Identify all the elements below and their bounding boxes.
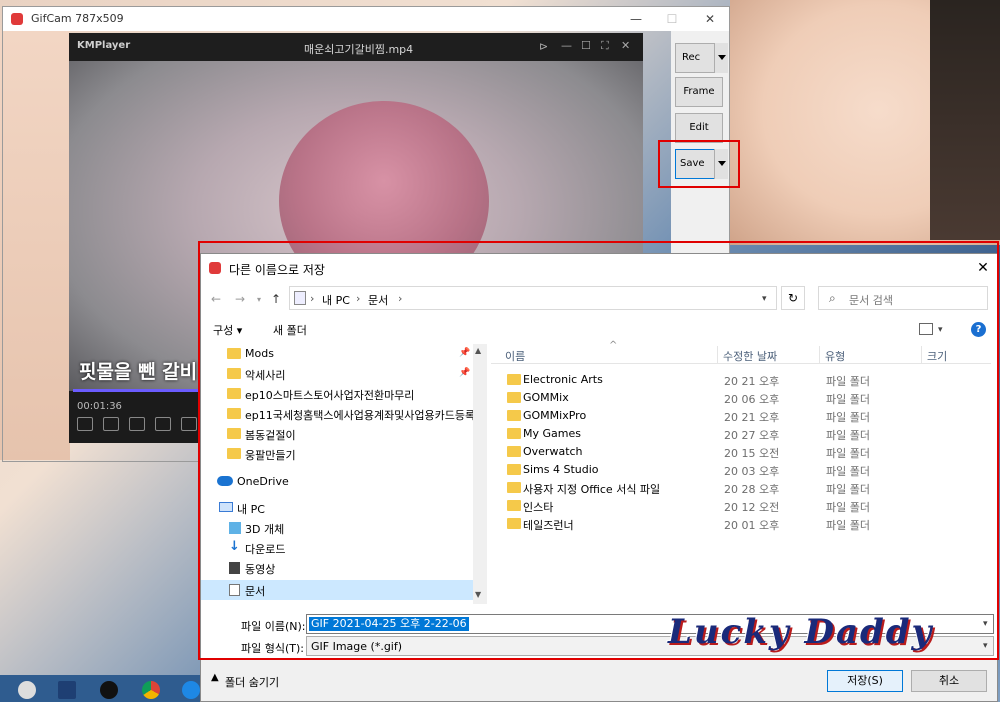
kmplayer-logo: KMPlayer (77, 40, 131, 51)
close-icon[interactable]: ✕ (621, 39, 630, 52)
gifcam-logo-icon (11, 13, 23, 25)
watermark: Lucky Daddy (668, 612, 934, 652)
background-photo-hair (930, 0, 1000, 240)
screen-icon[interactable] (181, 417, 197, 431)
maximize-icon[interactable]: ☐ (657, 9, 687, 29)
taskbar-app-icon[interactable] (100, 681, 118, 699)
edit-button[interactable]: Edit (675, 113, 723, 143)
playlist-icon[interactable] (77, 417, 93, 431)
pin-icon[interactable]: ⊳ (539, 40, 548, 53)
gifcam-titlebar[interactable]: GifCam 787x509 — ☐ ✕ (3, 7, 729, 31)
restore-icon[interactable]: ☐ (581, 39, 591, 52)
video-subtitle: 핏물을 뺀 갈비 (79, 361, 198, 383)
chevron-up-icon[interactable]: ▲ (211, 672, 219, 683)
cube-icon[interactable] (155, 417, 171, 431)
highlight-dialog (198, 241, 999, 660)
vr-icon[interactable] (129, 417, 145, 431)
minimize-icon[interactable]: — (621, 9, 651, 29)
playback-time: 00:01:36 (77, 401, 122, 412)
close-icon[interactable]: ✕ (695, 9, 725, 29)
frame-button[interactable]: Frame (675, 77, 723, 107)
rec-button[interactable]: Rec (675, 43, 728, 73)
kmplayer-filename: 매운쇠고기갈비찜.mp4 (304, 43, 414, 56)
taskbar-app-icon[interactable] (18, 681, 36, 699)
download-icon[interactable] (103, 417, 119, 431)
rec-button-label: Rec (682, 52, 701, 63)
seek-bar-fill (73, 389, 204, 392)
kmplayer-titlebar[interactable]: KMPlayer 매운쇠고기갈비찜.mp4 ⊳ — ☐ ⛶ ✕ (69, 33, 643, 61)
gifcam-title: GifCam 787x509 (31, 12, 124, 25)
minimize-icon[interactable]: — (561, 39, 572, 52)
hide-folders-button[interactable]: 폴더 숨기기 (225, 674, 279, 690)
cancel-button[interactable]: 취소 (911, 670, 987, 692)
edge-icon[interactable] (182, 681, 200, 699)
chrome-icon[interactable] (142, 681, 160, 699)
save-button[interactable]: 저장(S) (827, 670, 903, 692)
dialog-footer: ▲ 폴더 숨기기 저장(S) 취소 (201, 658, 997, 701)
fullscreen-icon[interactable]: ⛶ (601, 39, 609, 53)
rec-dropdown-icon[interactable] (714, 43, 728, 73)
highlight-save-button (658, 140, 740, 188)
taskbar-app-icon[interactable] (58, 681, 76, 699)
